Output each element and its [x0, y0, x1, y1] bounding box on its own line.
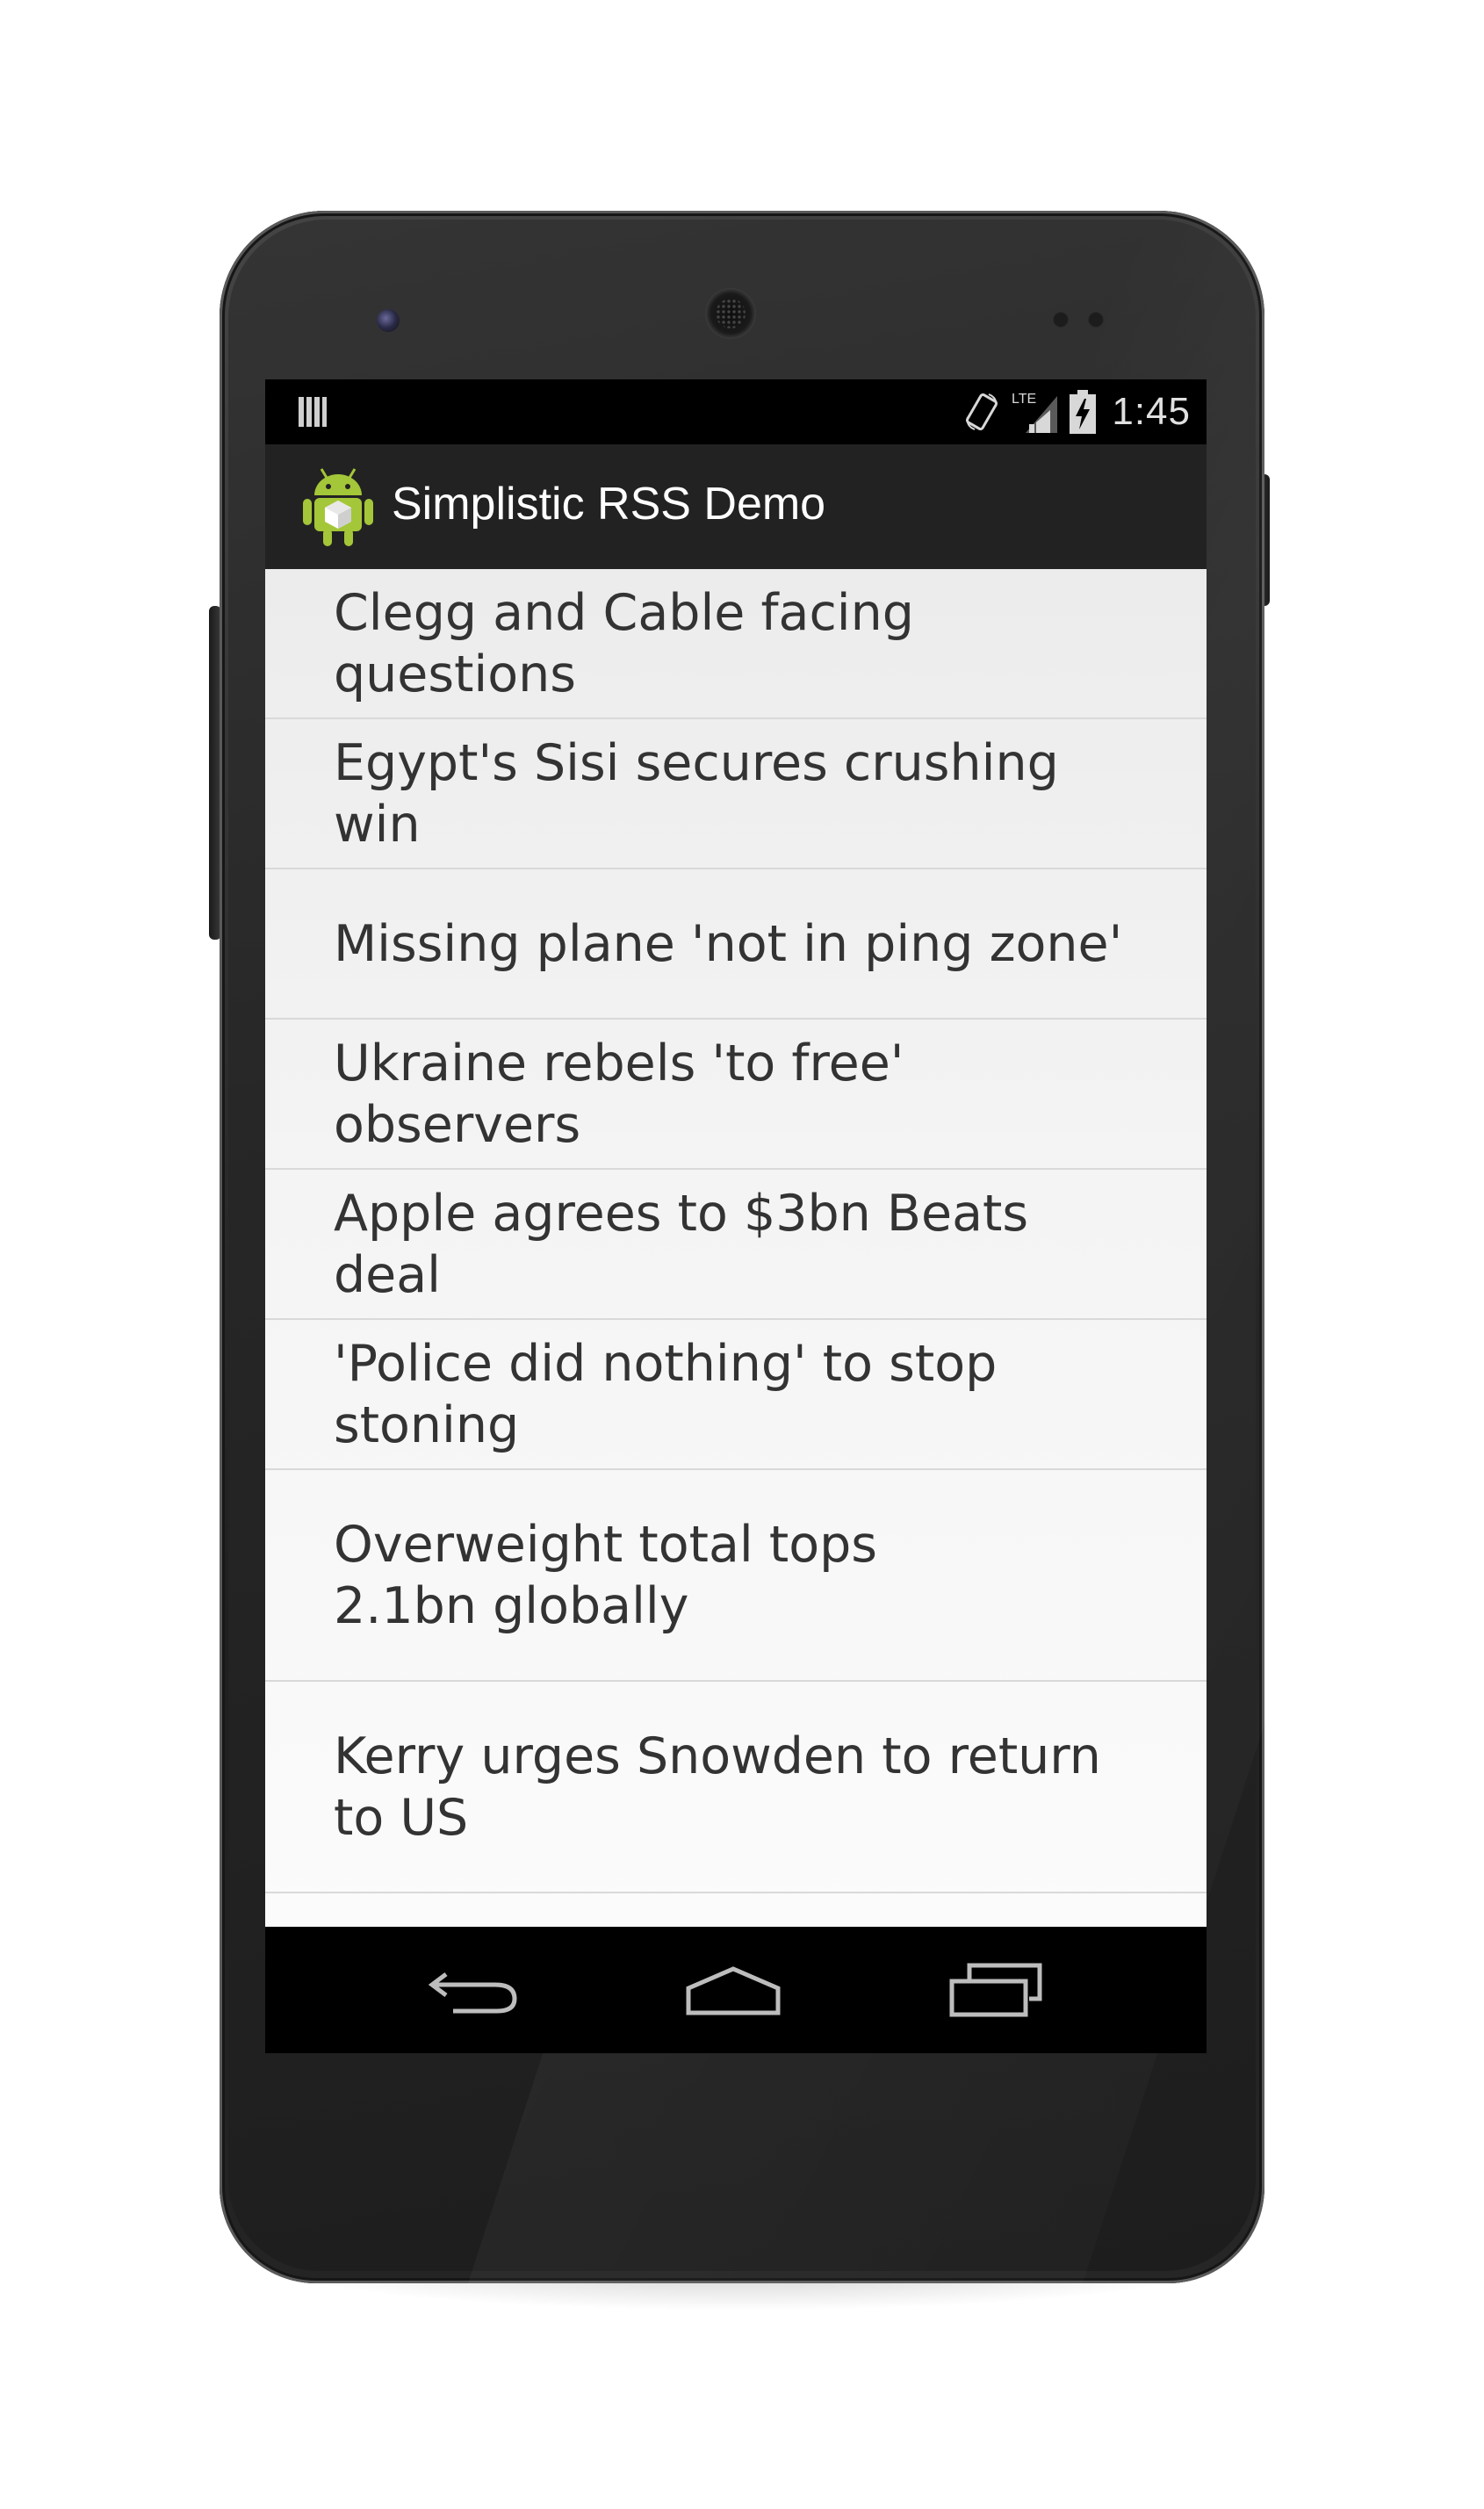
light-sensor	[1089, 313, 1103, 327]
list-item[interactable]: 'Police did nothing' to stop stoning	[265, 1320, 1207, 1470]
list-item[interactable]: Egypt's Sisi secures crushing win	[265, 719, 1207, 869]
rotation-icon	[966, 393, 998, 430]
rss-feed-list[interactable]: Clegg and Cable facing questions Egypt's…	[265, 569, 1207, 1927]
action-bar: Simplistic RSS Demo	[265, 444, 1207, 571]
list-item[interactable]: Kerry urges Snowden to return to US	[265, 1682, 1207, 1893]
list-item-title: Clegg and Cable facing questions	[334, 583, 914, 703]
notification-icon	[299, 397, 327, 427]
list-item-title: Ukraine rebels 'to free' observers	[334, 1034, 904, 1154]
status-time: 1:45	[1112, 390, 1191, 433]
list-item[interactable]: Apple agrees to $3bn Beats deal	[265, 1170, 1207, 1320]
battery-charging-icon	[1070, 390, 1097, 434]
home-icon[interactable]	[685, 1958, 782, 2022]
list-item-title: Apple agrees to $3bn Beats deal	[334, 1184, 1029, 1304]
list-item[interactable]: Missing plane 'not in ping zone'	[265, 869, 1207, 1020]
list-item-title: Kerry urges Snowden to return to US	[334, 1727, 1101, 1847]
navigation-bar	[265, 1927, 1207, 2053]
device-stage: LTE 1:45 Simplistic RSS Demo Clegg and C…	[0, 0, 1484, 2509]
phone-screen: LTE 1:45 Simplistic RSS Demo Clegg and C…	[265, 379, 1207, 2053]
list-item-title: 'Police did nothing' to stop stoning	[334, 1334, 998, 1454]
app-title: Simplistic RSS Demo	[392, 479, 826, 530]
list-item-title: Missing plane 'not in ping zone'	[334, 914, 1123, 973]
proximity-sensor	[1054, 313, 1068, 327]
list-item[interactable]: Overweight total tops 2.1bn globally	[265, 1470, 1207, 1682]
status-icons: LTE 1:45	[962, 379, 1191, 444]
android-app-icon[interactable]	[299, 464, 378, 548]
recent-apps-icon[interactable]	[948, 1958, 1045, 2022]
list-item[interactable]: Clegg and Cable facing questions	[265, 569, 1207, 719]
list-item-title: Egypt's Sisi secures crushing win	[334, 733, 1059, 854]
list-item-title: Overweight total tops 2.1bn globally	[334, 1515, 877, 1635]
earpiece-speaker	[705, 288, 756, 339]
front-camera	[377, 309, 400, 332]
list-item[interactable]: Ukraine rebels 'to free' observers	[265, 1020, 1207, 1170]
status-bar: LTE 1:45	[265, 379, 1207, 444]
back-icon[interactable]	[427, 1958, 523, 2022]
signal-icon: LTE	[1012, 392, 1058, 433]
network-type-label: LTE	[1012, 392, 1036, 407]
